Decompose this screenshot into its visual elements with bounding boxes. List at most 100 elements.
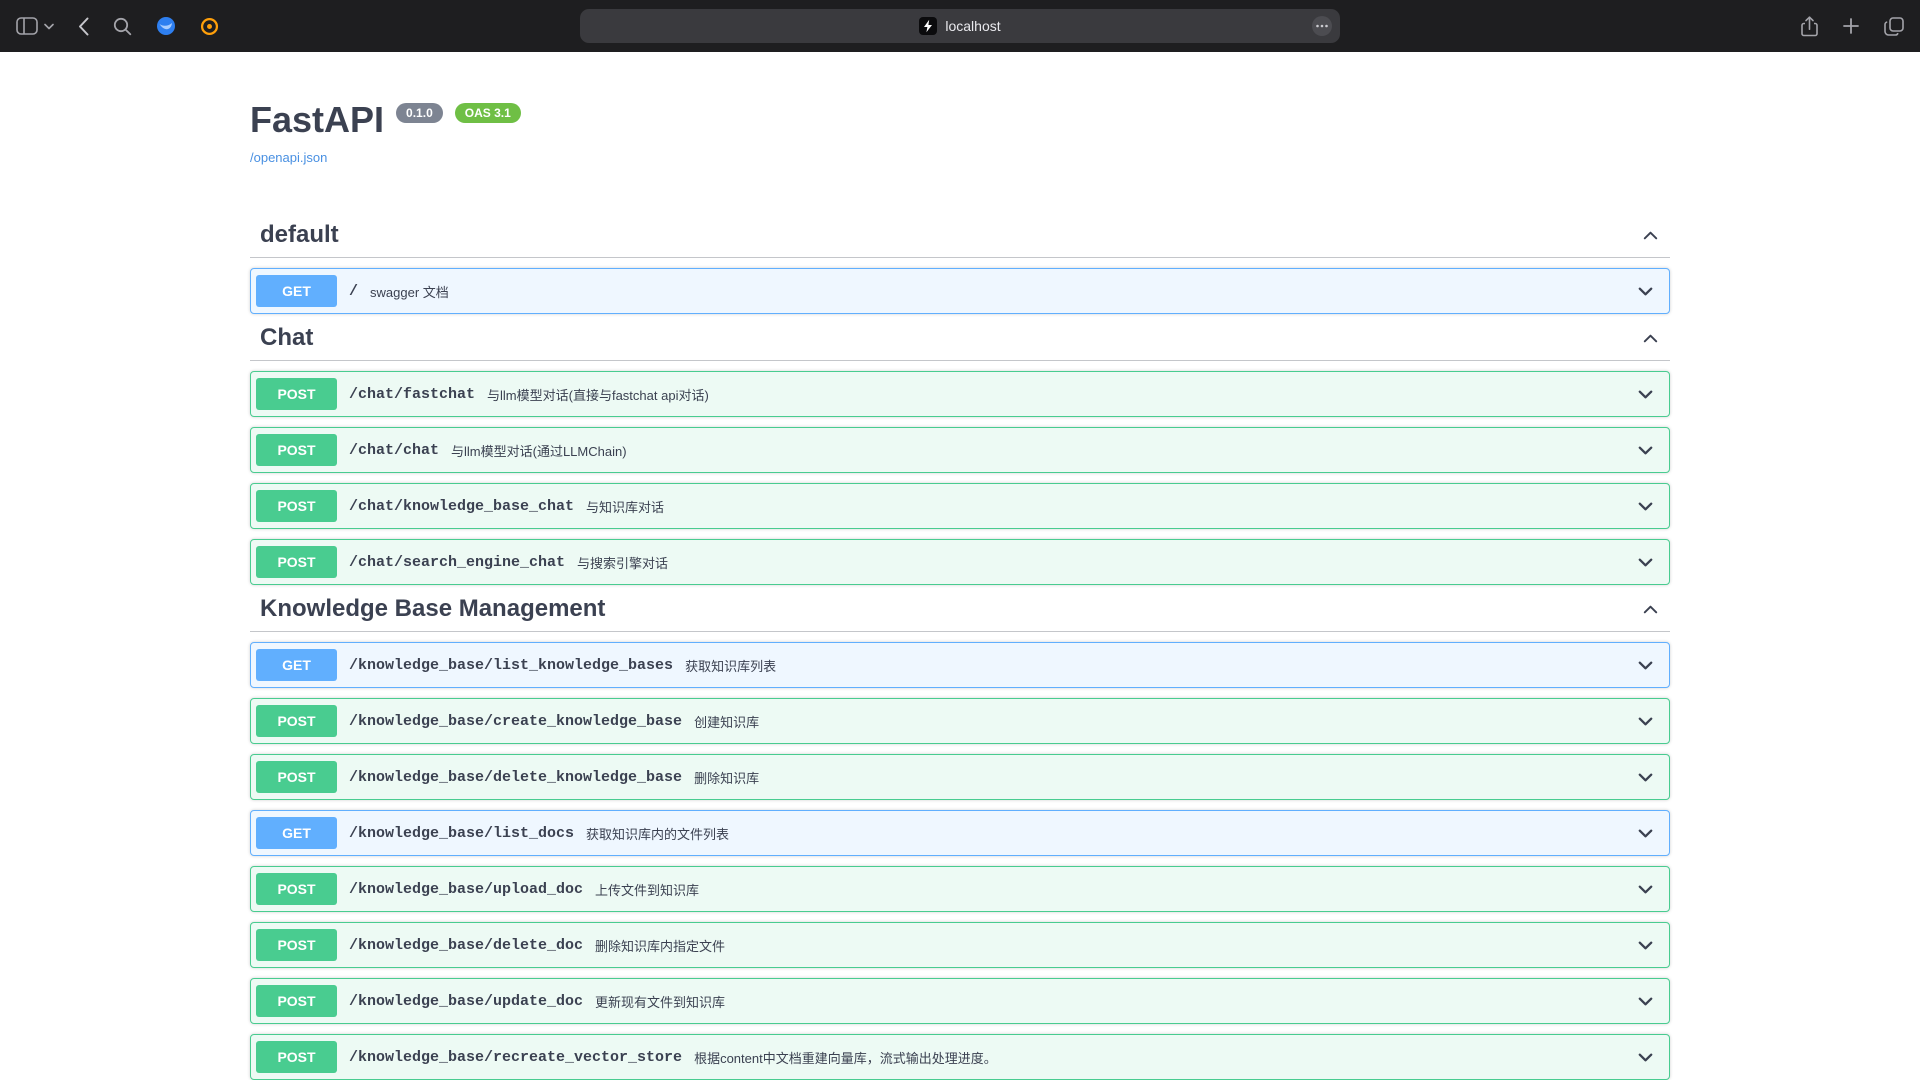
address-bar-content: localhost: [919, 17, 1000, 35]
operations-list: GET/knowledge_base/list_knowledge_bases 获…: [250, 642, 1670, 1080]
swagger-container: FastAPI 0.1.0 OAS 3.1 /openapi.json defa…: [230, 100, 1690, 1080]
operation-summary: 删除知识库内指定文件: [595, 936, 725, 955]
bird-app-icon[interactable]: [156, 16, 176, 36]
operation-summary: 上传文件到知识库: [595, 880, 699, 899]
search-icon[interactable]: [113, 17, 132, 36]
operation-summary: 与知识库对话: [586, 497, 664, 516]
operations-list: GET / swagger 文档: [250, 268, 1670, 314]
operation-path: /chat/search_engine_chat: [349, 554, 565, 571]
operation-path: /chat/fastchat: [349, 386, 475, 403]
operation-row[interactable]: POST/chat/chat 与llm模型对话(通过LLMChain): [250, 427, 1670, 473]
chevron-up-icon[interactable]: [1641, 226, 1660, 245]
operation-summary: 获取知识库列表: [685, 656, 776, 675]
method-badge: GET: [256, 649, 337, 681]
chevron-down-icon[interactable]: [1636, 936, 1655, 955]
operation-summary: 获取知识库内的文件列表: [586, 824, 729, 843]
version-badge: 0.1.0: [396, 103, 443, 123]
api-title-text: FastAPI: [250, 100, 384, 140]
method-badge: POST: [256, 873, 337, 905]
operation-path: /knowledge_base/update_doc: [349, 993, 583, 1010]
back-icon[interactable]: [78, 17, 89, 36]
chevron-down-icon[interactable]: [1636, 880, 1655, 899]
sidebar-chevron-down-icon[interactable]: [44, 23, 54, 30]
operations-sections: default GET / swagger 文档 Chat POST/chat/fastc…: [250, 221, 1670, 1080]
operation-row[interactable]: POST/knowledge_base/upload_doc 上传文件到知识库: [250, 866, 1670, 912]
page-title: FastAPI 0.1.0 OAS 3.1: [250, 100, 1670, 140]
method-badge: POST: [256, 1041, 337, 1073]
chevron-down-icon[interactable]: [1636, 768, 1655, 787]
operation-path: /knowledge_base/upload_doc: [349, 881, 583, 898]
chevron-down-icon[interactable]: [1636, 824, 1655, 843]
section-title: default: [260, 221, 339, 249]
record-app-icon[interactable]: [200, 17, 219, 36]
method-badge: POST: [256, 490, 337, 522]
sidebar-toggle-group: [16, 17, 54, 35]
chevron-down-icon[interactable]: [1636, 712, 1655, 731]
operation-row[interactable]: POST/knowledge_base/create_knowledge_bas…: [250, 698, 1670, 744]
toolbar-right-cluster: [1801, 16, 1904, 37]
chevron-down-icon[interactable]: [1636, 441, 1655, 460]
operation-row[interactable]: POST/chat/knowledge_base_chat与知识库对话: [250, 483, 1670, 529]
section-header[interactable]: default: [250, 221, 1670, 258]
openapi-spec-link[interactable]: /openapi.json: [250, 150, 327, 165]
browser-toolbar: localhost: [0, 0, 1920, 52]
address-bar[interactable]: localhost: [580, 9, 1340, 43]
operation-path: /knowledge_base/create_knowledge_base: [349, 713, 682, 730]
section-header[interactable]: Chat: [250, 324, 1670, 361]
method-badge: GET: [256, 275, 337, 307]
api-section: Chat POST/chat/fastchat 与llm模型对话(直接与fastch…: [250, 324, 1670, 585]
new-tab-icon[interactable]: [1842, 17, 1860, 35]
operation-path: /chat/chat: [349, 442, 439, 459]
method-badge: POST: [256, 985, 337, 1017]
method-badge: POST: [256, 705, 337, 737]
tab-overview-icon[interactable]: [1884, 17, 1904, 36]
chevron-down-icon[interactable]: [1636, 385, 1655, 404]
operation-row[interactable]: POST/knowledge_base/delete_knowledge_bas…: [250, 754, 1670, 800]
operation-summary: 更新现有文件到知识库: [595, 992, 725, 1011]
operation-row[interactable]: POST/knowledge_base/recreate_vector_stor…: [250, 1034, 1670, 1080]
operation-path: /knowledge_base/delete_knowledge_base: [349, 769, 682, 786]
operation-row[interactable]: GET/knowledge_base/list_docs获取知识库内的文件列表: [250, 810, 1670, 856]
method-badge: POST: [256, 761, 337, 793]
operation-path: /knowledge_base/list_knowledge_bases: [349, 657, 673, 674]
site-favicon: [919, 17, 937, 35]
method-badge: POST: [256, 434, 337, 466]
api-info: FastAPI 0.1.0 OAS 3.1 /openapi.json: [250, 100, 1670, 167]
chevron-down-icon[interactable]: [1636, 497, 1655, 516]
operation-summary: 删除知识库: [694, 768, 759, 787]
chevron-down-icon[interactable]: [1636, 282, 1655, 301]
api-section: default GET / swagger 文档: [250, 221, 1670, 314]
operation-path: /knowledge_base/delete_doc: [349, 937, 583, 954]
operations-list: POST/chat/fastchat 与llm模型对话(直接与fastchat a…: [250, 371, 1670, 585]
chevron-down-icon[interactable]: [1636, 553, 1655, 572]
operation-summary: 与llm模型对话(直接与fastchat api对话): [487, 385, 709, 404]
share-icon[interactable]: [1801, 16, 1818, 37]
operation-path: /knowledge_base/recreate_vector_store: [349, 1049, 682, 1066]
method-badge: POST: [256, 929, 337, 961]
chevron-down-icon[interactable]: [1636, 1048, 1655, 1067]
section-header[interactable]: Knowledge Base Management: [250, 595, 1670, 632]
operation-row[interactable]: POST/chat/search_engine_chat与搜索引擎对话: [250, 539, 1670, 585]
api-section: Knowledge Base Management GET/knowledge_b…: [250, 595, 1670, 1080]
operation-path: /: [349, 283, 358, 300]
operation-summary: 与llm模型对话(通过LLMChain): [451, 441, 627, 460]
operation-row[interactable]: GET/knowledge_base/list_knowledge_bases 获…: [250, 642, 1670, 688]
chevron-up-icon[interactable]: [1641, 329, 1660, 348]
sidebar-toggle-icon[interactable]: [16, 17, 38, 35]
swagger-page: FastAPI 0.1.0 OAS 3.1 /openapi.json defa…: [0, 52, 1920, 1080]
section-title: Knowledge Base Management: [260, 595, 605, 623]
operation-row[interactable]: GET / swagger 文档: [250, 268, 1670, 314]
operation-row[interactable]: POST/chat/fastchat与llm模型对话(直接与fastchat a…: [250, 371, 1670, 417]
section-title: Chat: [260, 324, 313, 352]
operation-summary: swagger 文档: [370, 282, 449, 301]
toolbar-left-cluster: [16, 16, 219, 36]
operation-summary: 与搜索引擎对话: [577, 553, 668, 572]
chevron-down-icon[interactable]: [1636, 992, 1655, 1011]
chevron-up-icon[interactable]: [1641, 600, 1660, 619]
operation-summary: 根据content中文档重建向量库，流式输出处理进度。: [694, 1048, 997, 1067]
operation-row[interactable]: POST/knowledge_base/update_doc 更新现有文件到知识库: [250, 978, 1670, 1024]
chevron-down-icon[interactable]: [1636, 656, 1655, 675]
page-ellipsis-icon[interactable]: [1311, 15, 1333, 37]
operation-row[interactable]: POST/knowledge_base/delete_doc 删除知识库内指定文件: [250, 922, 1670, 968]
oas-badge: OAS 3.1: [455, 103, 521, 123]
